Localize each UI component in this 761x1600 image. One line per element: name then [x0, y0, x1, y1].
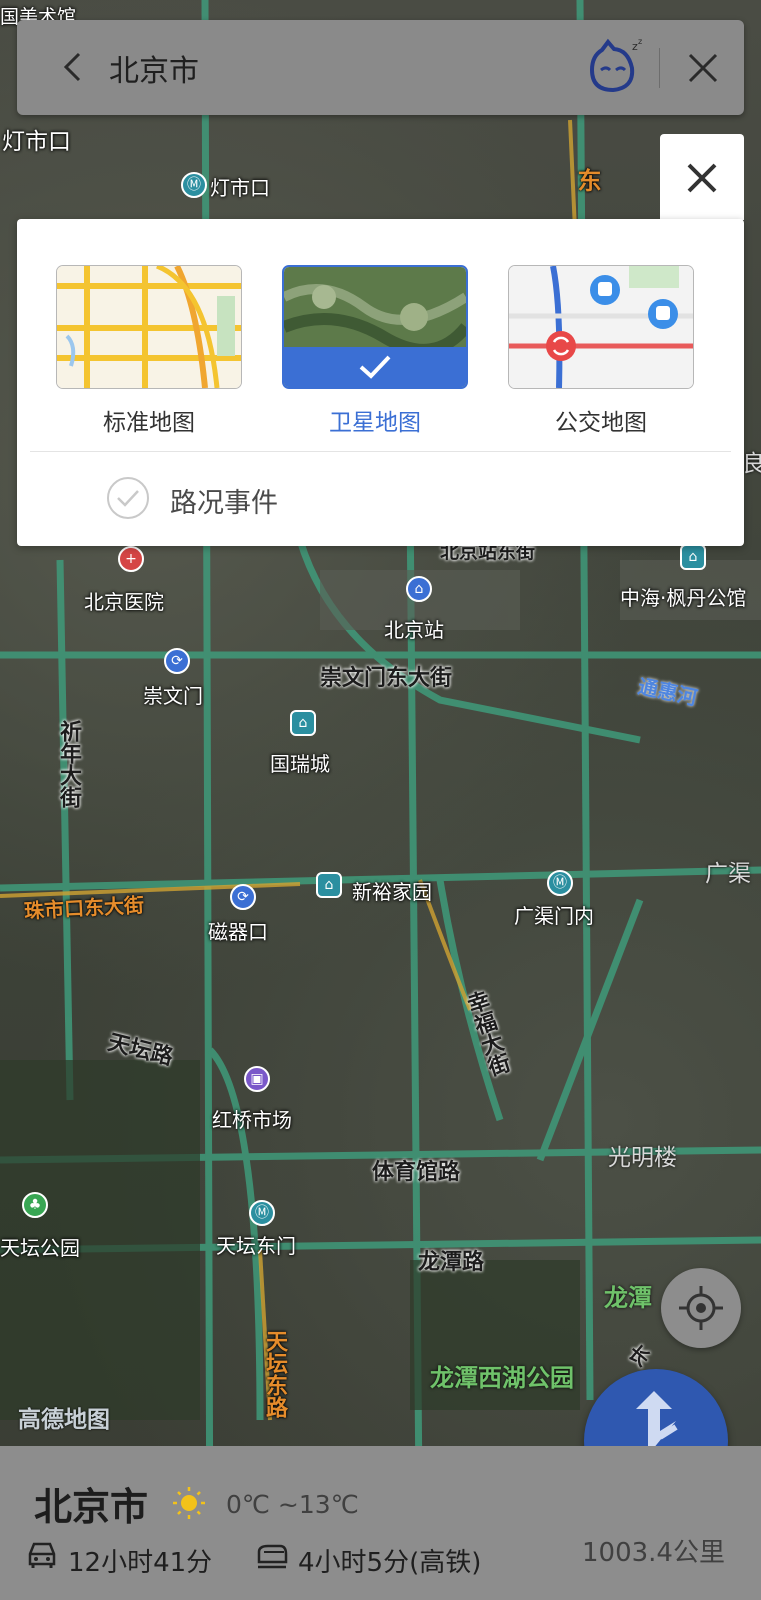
map-label: 天坛东门	[216, 1234, 296, 1258]
check-icon	[359, 355, 391, 379]
train-icon	[257, 1544, 288, 1569]
metro-station-icon[interactable]: ⟳	[230, 884, 256, 910]
map-label: 体育馆路	[372, 1160, 461, 1185]
map-label: 崇文门	[143, 684, 203, 708]
map-label: 磁器口	[208, 920, 268, 944]
selected-indicator	[284, 347, 466, 387]
residence-icon[interactable]: ⌂	[290, 710, 316, 736]
transit-map-thumbnail	[508, 265, 694, 389]
metro-station-icon[interactable]: Ⓜ	[249, 1200, 275, 1226]
map-label: 灯市口	[210, 176, 270, 200]
search-title[interactable]: 北京市	[109, 46, 199, 90]
residence-icon[interactable]: ⌂	[316, 872, 342, 898]
satellite-map-thumbnail	[282, 265, 468, 389]
back-icon[interactable]	[57, 50, 91, 84]
check-icon	[117, 490, 139, 507]
map-label: 光明楼	[608, 1145, 677, 1171]
standard-map-thumbnail	[56, 265, 242, 389]
map-label: 龙潭	[604, 1284, 652, 1312]
map-label: 中海·枫丹公馆	[620, 586, 747, 610]
metro-station-icon[interactable]: ⟳	[164, 648, 190, 674]
map-label: 红桥市场	[212, 1108, 292, 1132]
map-label: 国瑞城	[270, 752, 330, 776]
map-label: 良	[742, 451, 761, 477]
park-icon[interactable]: ♣	[22, 1192, 48, 1218]
city-info-card[interactable]: 北京市 0℃ ~13℃ 12小时41分 4小时5分(高铁) 1003.4公里	[0, 1446, 761, 1600]
metro-station-icon[interactable]: Ⓜ	[547, 870, 573, 896]
residence-icon[interactable]: ⌂	[680, 544, 706, 570]
station-pin-icon[interactable]: ⌂	[406, 576, 432, 602]
map-label: 灯市口	[2, 129, 71, 155]
layer-option-satellite[interactable]: 卫星地图	[282, 265, 468, 437]
drive-time: 12小时41分	[68, 1548, 213, 1578]
layer-option-standard[interactable]: 标准地图	[56, 265, 242, 437]
map-label: 新裕家园	[352, 880, 432, 904]
map-layer-panel: 标准地图 卫星地图 公交地图 路况事件	[17, 219, 744, 546]
layer-label: 公交地图	[555, 410, 647, 436]
hospital-icon[interactable]: +	[118, 546, 144, 572]
map-label: 龙潭路	[418, 1250, 485, 1275]
train-time: 4小时5分(高铁)	[298, 1548, 482, 1578]
map-label: 崇文门东大街	[320, 666, 453, 691]
assistant-icon[interactable]: z z	[582, 36, 644, 100]
map-label: 北京站	[384, 618, 444, 642]
divider	[30, 451, 731, 452]
locate-button[interactable]	[661, 1268, 741, 1348]
search-bar[interactable]: 北京市 z z	[17, 20, 744, 115]
car-icon	[28, 1542, 56, 1568]
traffic-events-label[interactable]: 路况事件	[170, 481, 278, 520]
map-watermark: 高德地图	[18, 1407, 110, 1433]
map-label: 龙潭西湖公园	[430, 1364, 574, 1392]
map-label: 天坛公园	[0, 1236, 80, 1260]
layer-label: 卫星地图	[329, 410, 421, 436]
map-label: 广渠门内	[514, 904, 594, 928]
temperature-range: 0℃ ~13℃	[226, 1490, 359, 1519]
map-label: 广渠	[705, 861, 751, 887]
map-label: 北京医院	[84, 590, 164, 614]
layer-label: 标准地图	[103, 410, 195, 436]
svg-text:z: z	[638, 37, 642, 46]
sun-icon	[173, 1487, 205, 1519]
layer-option-transit[interactable]: 公交地图	[508, 265, 694, 437]
map-label: 天坛东路	[262, 1330, 287, 1418]
city-name: 北京市	[34, 1485, 149, 1529]
close-layer-panel-button[interactable]	[660, 134, 744, 220]
close-icon	[687, 163, 717, 193]
close-icon[interactable]	[685, 50, 721, 86]
metro-station-icon[interactable]: Ⓜ	[181, 172, 207, 198]
shopping-icon[interactable]: ▣	[244, 1066, 270, 1092]
map-label: 东	[573, 168, 601, 192]
map-label: 祈年大街	[56, 720, 81, 808]
locate-icon	[679, 1286, 723, 1330]
distance: 1003.4公里	[582, 1538, 725, 1568]
traffic-events-checkbox[interactable]	[107, 477, 149, 519]
divider	[659, 48, 660, 88]
